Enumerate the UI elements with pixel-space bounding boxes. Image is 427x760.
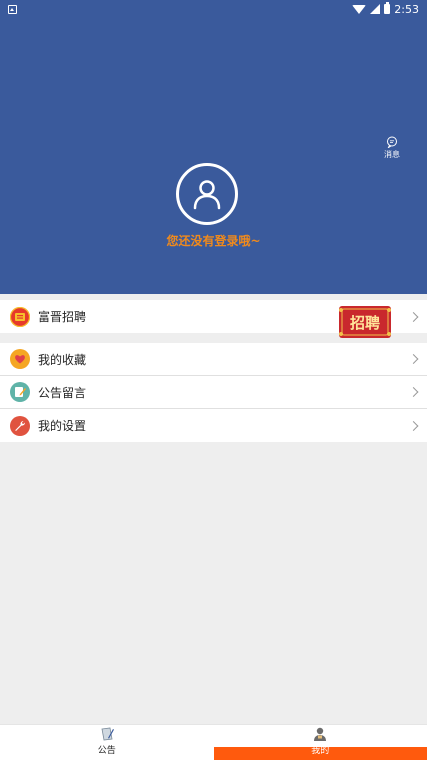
chevron-right-icon	[408, 420, 419, 431]
message-icon	[387, 136, 397, 148]
bottom-nav: 公告 我的	[0, 724, 427, 760]
notice-icon	[101, 727, 114, 741]
message-label: 消息	[384, 150, 400, 159]
menu-label-settings: 我的设置	[38, 419, 87, 433]
message-button[interactable]: 消息	[381, 136, 403, 160]
menu-label-favorites: 我的收藏	[38, 352, 87, 367]
notification-icon	[8, 4, 17, 14]
recruit-banner-text: 招聘	[350, 314, 380, 332]
menu-item-favorites[interactable]: 我的收藏	[0, 343, 427, 376]
recruit-icon	[10, 306, 30, 327]
chevron-right-icon	[408, 387, 419, 397]
nav-label-notice: 公告	[97, 746, 116, 756]
menu-item-settings[interactable]: 我的设置	[0, 409, 427, 442]
status-right: 2:53	[352, 2, 419, 16]
chevron-right-icon	[408, 311, 419, 322]
menu-item-messages[interactable]: 公告留言	[0, 376, 427, 409]
status-left	[8, 4, 17, 14]
chevron-right-icon	[408, 354, 419, 364]
status-bar: 2:53	[0, 0, 427, 18]
avatar[interactable]	[176, 163, 238, 225]
nav-item-notice[interactable]: 公告	[0, 725, 214, 760]
status-time: 2:53	[394, 2, 419, 16]
battery-icon	[384, 2, 391, 14]
heart-icon	[10, 349, 30, 369]
edit-icon	[10, 382, 30, 402]
user-avatar-icon	[193, 180, 221, 210]
profile-header: 消息 您还没有登录哦~	[0, 18, 427, 294]
nav-item-mine[interactable]: 我的	[213, 725, 427, 760]
wrench-icon	[10, 415, 30, 436]
nav-label-mine: 我的	[311, 746, 330, 756]
user-icon	[314, 727, 327, 741]
signal-icon	[370, 4, 381, 14]
menu-group: 我的收藏 公告留言 我的设置	[0, 343, 427, 442]
recruit-banner[interactable]: 招聘	[333, 300, 397, 342]
login-prompt[interactable]: 您还没有登录哦~	[0, 232, 427, 249]
menu-label-messages: 公告留言	[38, 385, 87, 400]
menu-label-recruit: 富晋招聘	[38, 310, 87, 324]
recruit-group: 富晋招聘 招聘	[0, 300, 427, 338]
wifi-icon	[352, 4, 367, 14]
menu-item-recruit[interactable]: 富晋招聘 招聘	[0, 300, 427, 338]
